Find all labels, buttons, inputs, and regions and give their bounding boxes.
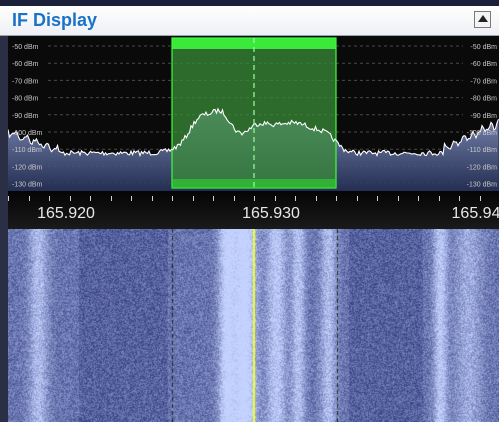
spectrum-plot[interactable]: -50 dBm -60 dBm -70 dBm -80 dBm -90 dBm -100 … [8, 36, 499, 191]
collapse-button[interactable] [474, 11, 491, 28]
frequency-tick [233, 196, 235, 201]
level-label: -90 dBm [12, 113, 39, 120]
frequency-tick [172, 196, 173, 201]
left-border [0, 36, 8, 422]
panel-title: IF Display [12, 10, 98, 30]
frequency-tick [254, 196, 255, 201]
frequency-tick [90, 196, 91, 201]
level-label: -110 dBm [467, 147, 497, 154]
level-label: -50 dBm [471, 44, 498, 51]
frequency-tick [131, 196, 132, 201]
frequency-tick [69, 196, 71, 201]
level-label: -50 dBm [12, 44, 39, 51]
level-label: -100 dBm [12, 130, 43, 137]
level-label: -130 dBm [467, 182, 498, 189]
frequency-tick [397, 196, 399, 201]
frequency-tick [418, 196, 419, 201]
level-label: -80 dBm [471, 96, 498, 103]
level-label: -70 dBm [12, 78, 39, 85]
frequency-label: 165.94 [451, 205, 499, 222]
level-label: -80 dBm [12, 96, 39, 103]
level-label: -120 dBm [467, 164, 498, 171]
level-label: -130 dBm [12, 182, 43, 189]
frequency-label: 165.930 [242, 205, 300, 222]
frequency-tick [479, 196, 481, 201]
level-labels-left: -50 dBm -60 dBm -70 dBm -80 dBm -90 dBm -100 … [12, 44, 43, 189]
level-label: -60 dBm [471, 61, 498, 68]
frequency-tick [274, 196, 276, 201]
triangle-up-icon [478, 15, 488, 22]
frequency-tick [438, 196, 440, 201]
frequency-tick [151, 196, 153, 201]
frequency-tick [295, 196, 296, 201]
frequency-tick [377, 196, 378, 201]
frequency-tick [8, 196, 9, 201]
frequency-tick [49, 196, 50, 201]
frequency-tick [356, 196, 358, 201]
frequency-tick [213, 196, 214, 201]
level-label: -110 dBm [12, 147, 42, 154]
level-label: -100 dBm [467, 130, 498, 137]
frequency-tick [315, 196, 317, 201]
level-label: -70 dBm [471, 78, 498, 85]
level-label: -60 dBm [12, 61, 39, 68]
waterfall-display[interactable] [8, 229, 499, 422]
frequency-tick [336, 196, 337, 201]
frequency-tick [192, 196, 194, 201]
level-label: -90 dBm [471, 113, 498, 120]
frequency-axis[interactable]: 165.920 165.930 165.94 [8, 191, 499, 229]
frequency-tick [459, 196, 460, 201]
frequency-label: 165.920 [37, 205, 95, 222]
frequency-tick [110, 196, 112, 201]
level-labels-right: -50 dBm -60 dBm -70 dBm -80 dBm -90 dBm -100 … [467, 44, 498, 189]
level-label: -120 dBm [12, 164, 43, 171]
frequency-tick [28, 196, 30, 201]
panel-header: IF Display [0, 6, 499, 36]
